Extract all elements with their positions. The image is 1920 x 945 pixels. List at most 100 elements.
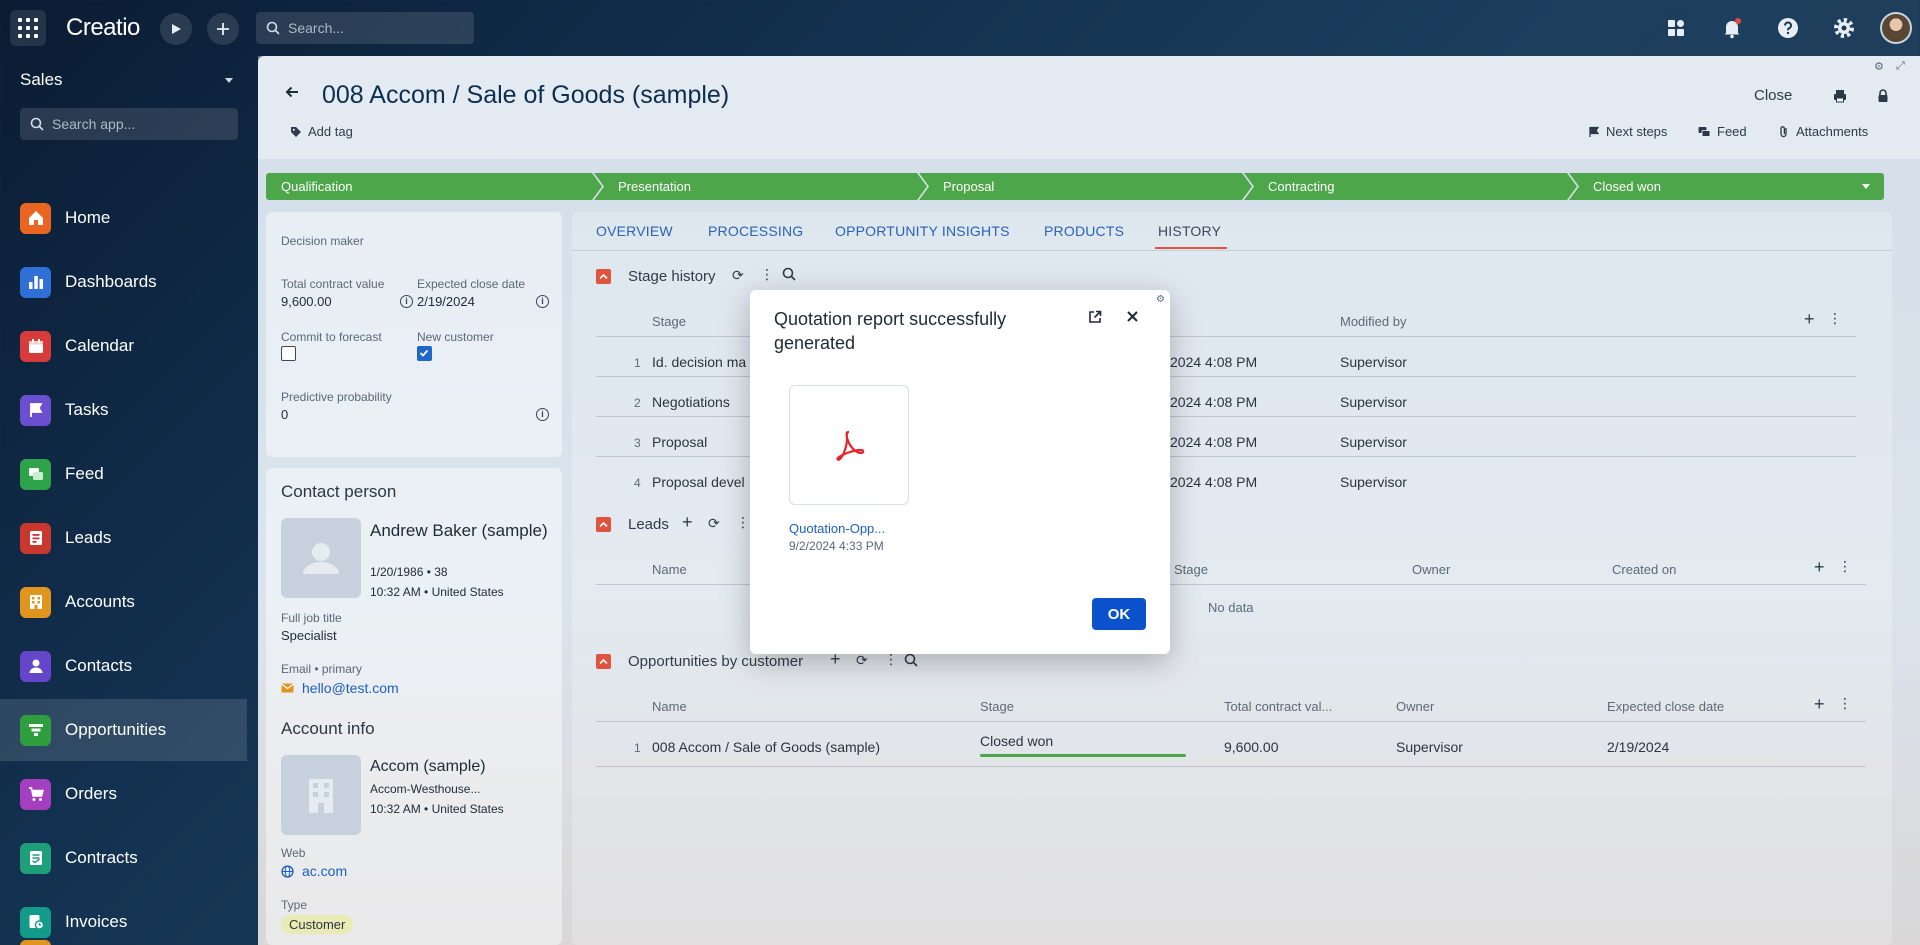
add-tag-button[interactable]: Add tag xyxy=(290,124,353,139)
sidebar-item-calendar[interactable]: Calendar xyxy=(0,315,247,377)
contact-avatar[interactable] xyxy=(281,518,361,598)
file-name-link[interactable]: Quotation-Opp... xyxy=(789,521,885,536)
stage-contracting[interactable]: Contracting xyxy=(1244,173,1577,200)
close-dialog-button[interactable] xyxy=(1126,310,1139,328)
web-link[interactable]: ac.com xyxy=(302,863,347,879)
tab-opportunity-insights[interactable]: OPPORTUNITY INSIGHTS xyxy=(835,223,1010,239)
refresh-icon[interactable]: ⟳ xyxy=(708,515,720,532)
run-process-button[interactable] xyxy=(160,13,192,45)
more-icon[interactable]: ⋮ xyxy=(1838,695,1852,712)
back-button[interactable] xyxy=(284,84,300,105)
app-search-input[interactable] xyxy=(52,116,222,132)
apps-button[interactable] xyxy=(1662,14,1690,42)
stage-qualification[interactable]: Qualification xyxy=(266,173,602,200)
add-column-icon[interactable]: + xyxy=(1814,557,1825,578)
app-title[interactable]: Sales xyxy=(20,70,63,90)
search-icon[interactable] xyxy=(782,267,796,284)
stage-presentation[interactable]: Presentation xyxy=(594,173,927,200)
total-contract-value[interactable]: 9,600.00 xyxy=(281,294,332,309)
app-launcher-button[interactable] xyxy=(10,10,46,46)
expand-icon[interactable]: ⤢ xyxy=(1896,60,1905,73)
info-icon[interactable]: i xyxy=(536,295,549,308)
help-button[interactable] xyxy=(1774,14,1802,42)
stage-link[interactable]: Proposal xyxy=(652,434,707,450)
settings-button[interactable] xyxy=(1830,14,1858,42)
more-icon[interactable]: ⋮ xyxy=(1838,558,1852,575)
more-icon[interactable]: ⋮ xyxy=(736,514,750,531)
stage-proposal[interactable]: Proposal xyxy=(919,173,1252,200)
account-name[interactable]: Accom (sample) xyxy=(370,758,486,776)
modified-by-link[interactable]: Supervisor xyxy=(1340,394,1407,410)
attachments-button[interactable]: Attachments xyxy=(1778,124,1868,139)
sidebar-item-invoices[interactable]: Invoices xyxy=(0,891,247,945)
stage-history-collapse-button[interactable] xyxy=(596,269,611,284)
refresh-icon[interactable]: ⟳ xyxy=(732,267,744,284)
sidebar-item-contacts[interactable]: Contacts xyxy=(0,635,247,697)
lock-button[interactable] xyxy=(1873,86,1893,106)
tab-processing[interactable]: PROCESSING xyxy=(708,223,803,239)
tab-overview[interactable]: OVERVIEW xyxy=(596,223,673,239)
app-search[interactable] xyxy=(20,108,238,140)
refresh-icon[interactable]: ⟳ xyxy=(856,652,868,669)
column-header-modified-by[interactable]: Modified by xyxy=(1340,314,1406,329)
tab-history[interactable]: HISTORY xyxy=(1158,223,1221,239)
sidebar-item-tasks[interactable]: Tasks xyxy=(0,379,247,441)
stage-link[interactable]: Proposal devel xyxy=(652,474,745,490)
modified-by-link[interactable]: Supervisor xyxy=(1340,474,1407,490)
open-external-button[interactable] xyxy=(1088,310,1102,329)
sidebar-item-orders[interactable]: Orders xyxy=(0,763,247,825)
more-icon[interactable]: ⋮ xyxy=(1828,310,1842,327)
column-header-stage[interactable]: Stage xyxy=(652,314,686,329)
next-steps-button[interactable]: Next steps xyxy=(1588,124,1667,139)
close-button[interactable]: Close xyxy=(1754,87,1792,104)
global-search[interactable] xyxy=(256,12,474,44)
search-icon[interactable] xyxy=(904,653,918,670)
expected-close-value[interactable]: 2/19/2024 xyxy=(417,294,475,309)
tab-products[interactable]: PRODUCTS xyxy=(1044,223,1124,239)
info-icon[interactable]: i xyxy=(536,408,549,421)
column-header-stage[interactable]: Stage xyxy=(1174,562,1208,577)
sidebar-item-dashboards[interactable]: Dashboards xyxy=(0,251,247,313)
feed-button[interactable]: Feed xyxy=(1698,124,1747,139)
user-avatar[interactable] xyxy=(1880,12,1912,44)
column-header-owner[interactable]: Owner xyxy=(1412,562,1450,577)
add-column-icon[interactable]: + xyxy=(1814,694,1825,715)
sidebar-item-leads[interactable]: Leads xyxy=(0,507,247,569)
info-icon[interactable]: i xyxy=(400,295,413,308)
column-header-name[interactable]: Name xyxy=(652,562,687,577)
global-search-input[interactable] xyxy=(288,20,458,36)
account-logo[interactable] xyxy=(281,755,361,835)
modified-by-link[interactable]: Supervisor xyxy=(1340,354,1407,370)
commit-forecast-checkbox[interactable] xyxy=(281,346,296,361)
sidebar-item-opportunities[interactable]: Opportunities xyxy=(0,699,247,761)
sidebar-item-contracts[interactable]: Contracts xyxy=(0,827,247,889)
stage-link[interactable]: Id. decision ma xyxy=(652,354,746,370)
opps-collapse-button[interactable] xyxy=(596,654,611,669)
new-customer-checkbox[interactable] xyxy=(417,346,432,361)
chevron-down-icon[interactable] xyxy=(225,78,233,83)
column-header-expected-close[interactable]: Expected close date xyxy=(1607,699,1724,714)
modified-by-link[interactable]: Supervisor xyxy=(1340,434,1407,450)
column-header-owner[interactable]: Owner xyxy=(1396,699,1434,714)
sidebar-item-feed[interactable]: Feed xyxy=(0,443,247,505)
sidebar-item-accounts[interactable]: Accounts xyxy=(0,571,247,633)
stage-link[interactable]: Negotiations xyxy=(652,394,730,410)
column-header-total[interactable]: Total contract val... xyxy=(1224,699,1332,714)
gear-icon[interactable]: ⚙ xyxy=(1874,60,1884,73)
gear-icon[interactable]: ⚙ xyxy=(1156,294,1165,305)
opportunity-link[interactable]: 008 Accom / Sale of Goods (sample) xyxy=(652,739,880,755)
column-header-stage[interactable]: Stage xyxy=(980,699,1014,714)
column-header-created-on[interactable]: Created on xyxy=(1612,562,1676,577)
plus-icon[interactable]: + xyxy=(682,512,693,533)
print-button[interactable] xyxy=(1830,86,1850,106)
pdf-file-card[interactable] xyxy=(789,385,909,505)
more-icon[interactable]: ⋮ xyxy=(760,266,774,283)
chevron-down-icon[interactable] xyxy=(1862,184,1870,189)
sidebar-item-home[interactable]: Home xyxy=(0,187,247,249)
owner-link[interactable]: Supervisor xyxy=(1396,739,1463,755)
leads-collapse-button[interactable] xyxy=(596,517,611,532)
stage-closed-won[interactable]: Closed won xyxy=(1569,173,1884,200)
add-column-icon[interactable]: + xyxy=(1804,309,1815,330)
ok-button[interactable]: OK xyxy=(1092,598,1146,630)
create-button[interactable] xyxy=(207,13,239,45)
